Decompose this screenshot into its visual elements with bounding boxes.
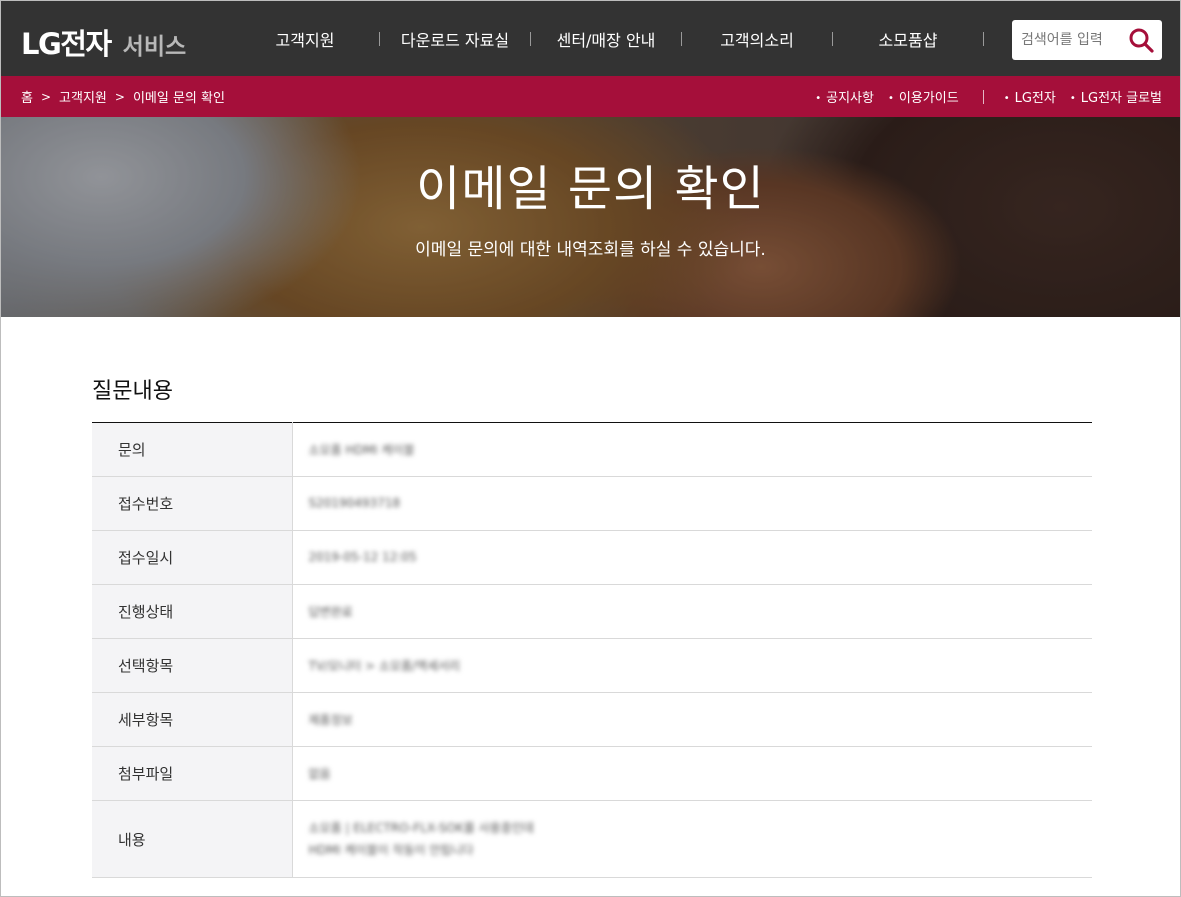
hero-banner: 이메일 문의 확인 이메일 문의에 대한 내역조회를 하실 수 있습니다. [1,117,1180,317]
link-lg-electronics[interactable]: LG전자 [1004,87,1056,106]
breadcrumb-bar: 홈 > 고객지원 > 이메일 문의 확인 공지사항 이용가이드 LG전자 LG전… [1,76,1180,117]
link-notice[interactable]: 공지사항 [815,87,874,106]
table-row: 첨부파일 없음 [92,746,1092,801]
utility-divider [982,89,984,104]
row-value-selected-item: TV/모니터 > 소모품/액세서리 [292,638,1092,693]
row-value-receipt-date: 2019-05-12 12:05 [292,530,1092,585]
breadcrumb-customer-support[interactable]: 고객지원 [59,87,107,106]
link-lg-global[interactable]: LG전자 글로벌 [1070,87,1162,106]
page-title: 이메일 문의 확인 [416,161,765,217]
table-row: 내용 소모품 | ELECTRO-FLX-SOK를 사용중인데 HDMI 케이블… [92,800,1092,878]
top-navigation: LG전자 서비스 고객지원 다운로드 자료실 센터/매장 안내 고객의소리 소모… [1,1,1180,76]
blurred-value: 없음 [308,767,331,781]
inquiry-detail-table: 문의 소모품 HDMI 케이블 접수번호 S20190493718 접수일시 2… [92,422,1092,878]
menu-divider [983,31,984,46]
section-title: 질문내용 [92,379,173,404]
nav-customer-support[interactable]: 고객지원 [251,27,359,51]
table-row: 선택항목 TV/모니터 > 소모품/액세서리 [92,638,1092,693]
table-row: 세부항목 제품정보 [92,692,1092,747]
table-row: 진행상태 답변완료 [92,584,1092,639]
row-value-status: 답변완료 [292,584,1092,639]
main-menu: 고객지원 다운로드 자료실 센터/매장 안내 고객의소리 소모품샵 [251,1,984,76]
link-usage-guide[interactable]: 이용가이드 [888,87,959,106]
blurred-value: 답변완료 [308,605,353,619]
table-row: 접수번호 S20190493718 [92,476,1092,531]
nav-voice-of-customer[interactable]: 고객의소리 [682,27,832,51]
chevron-right-icon: > [114,89,125,104]
blurred-value: 소모품 | ELECTRO-FLX-SOK를 사용중인데 [308,821,534,835]
blurred-value: S20190493718 [308,496,401,510]
nav-center-store[interactable]: 센터/매장 안내 [531,27,681,51]
logo-main-text: LG전자 [21,27,112,61]
row-label-receipt-number: 접수번호 [92,476,293,531]
breadcrumb-current: 이메일 문의 확인 [132,91,225,106]
breadcrumb-home[interactable]: 홈 [21,87,33,106]
row-value-receipt-number: S20190493718 [292,476,1092,531]
table-row: 문의 소모품 HDMI 케이블 [92,422,1092,477]
row-value-content: 소모품 | ELECTRO-FLX-SOK를 사용중인데 HDMI 케이블이 작… [292,800,1092,878]
blurred-value: 2019-05-12 12:05 [308,550,417,564]
row-value-detail-item: 제품정보 [292,692,1092,747]
logo-sub-text: 서비스 [122,34,187,60]
search-box [1012,20,1162,60]
row-label-attachment: 첨부파일 [92,746,293,801]
row-value-attachment: 없음 [292,746,1092,801]
row-label-detail-item: 세부항목 [92,692,293,747]
blurred-value: HDMI 케이블이 작동이 안됩니다 [308,843,474,857]
utility-links: 공지사항 이용가이드 LG전자 LG전자 글로벌 [801,76,1162,117]
chevron-right-icon: > [40,89,52,104]
nav-downloads[interactable]: 다운로드 자료실 [380,27,530,51]
row-label-receipt-date: 접수일시 [92,530,293,585]
row-value-inquiry: 소모품 HDMI 케이블 [292,422,1092,477]
page-subtitle: 이메일 문의에 대한 내역조회를 하실 수 있습니다. [415,240,766,260]
blurred-value: TV/모니터 > 소모품/액세서리 [308,659,461,673]
lg-service-logo[interactable]: LG전자 서비스 [21,21,186,63]
search-icon[interactable] [1128,27,1154,53]
row-label-selected-item: 선택항목 [92,638,293,693]
row-label-inquiry: 문의 [92,422,293,477]
table-row: 접수일시 2019-05-12 12:05 [92,530,1092,585]
row-label-status: 진행상태 [92,584,293,639]
breadcrumb: 홈 > 고객지원 > 이메일 문의 확인 [21,76,225,117]
search-input[interactable] [1021,32,1127,48]
blurred-value: 제품정보 [308,713,353,727]
blurred-value: 소모품 HDMI 케이블 [308,443,415,457]
row-label-content: 내용 [92,800,293,878]
nav-consumables-shop[interactable]: 소모품샵 [833,27,983,51]
